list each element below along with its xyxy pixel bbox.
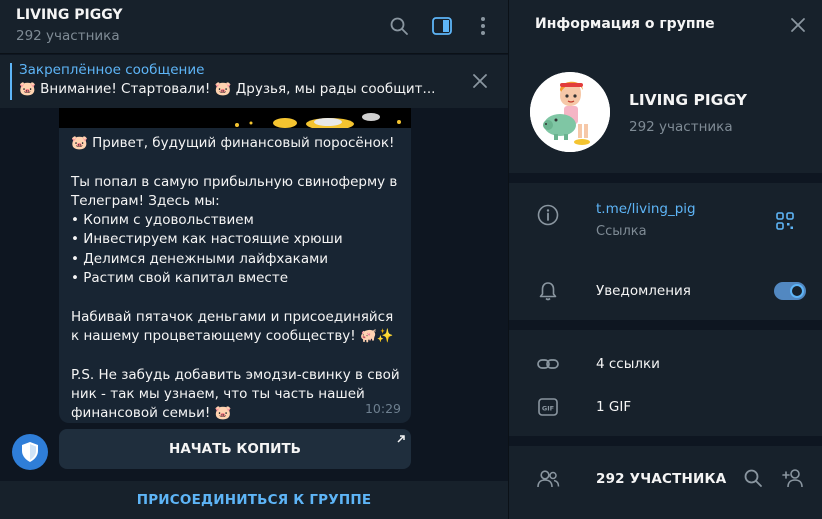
- message-text: 🐷 Привет, будущий финансовый поросёнок! …: [71, 135, 400, 422]
- external-arrow-icon: [396, 432, 406, 443]
- pinned-accent-bar: [10, 63, 12, 100]
- message-bubble[interactable]: 🐷 Привет, будущий финансовый поросёнок! …: [59, 108, 411, 423]
- gif-count[interactable]: 1 GIF: [596, 399, 631, 415]
- svg-text:GIF: GIF: [542, 405, 554, 413]
- members-icon: [536, 467, 560, 491]
- chat-title[interactable]: LIVING PIGGY: [16, 7, 123, 23]
- gif-icon: GIF: [536, 395, 560, 419]
- group-member-count: 292 участника: [629, 119, 733, 135]
- notifications-toggle[interactable]: [774, 282, 806, 300]
- shield-icon[interactable]: [12, 434, 48, 470]
- close-icon[interactable]: [789, 16, 807, 34]
- message-time: 10:29: [364, 401, 401, 416]
- chat-header[interactable]: LIVING PIGGY 292 участника: [0, 0, 508, 54]
- group-info-pane: Информация о группе LIVING PIGGY 292 уча…: [508, 0, 822, 519]
- add-member-icon[interactable]: [781, 466, 807, 490]
- pinned-title: Закреплённое сообщение: [19, 62, 205, 78]
- more-vertical-icon[interactable]: [471, 14, 495, 38]
- pinned-message[interactable]: Закреплённое сообщение 🐷 Внимание! Старт…: [0, 55, 508, 108]
- info-icon: [536, 203, 560, 227]
- toggle-knob: [790, 284, 804, 298]
- bell-icon: [536, 279, 560, 303]
- group-avatar[interactable]: [530, 72, 610, 152]
- members-title: 292 УЧАСТНИКА: [596, 471, 727, 487]
- link-icon: [536, 352, 560, 376]
- qr-code-icon[interactable]: [775, 211, 795, 231]
- invite-link-label: Ссылка: [596, 224, 647, 239]
- sidebar-toggle-icon[interactable]: [430, 14, 454, 38]
- links-count[interactable]: 4 ссылки: [596, 356, 660, 372]
- info-panel-title: Информация о группе: [535, 16, 715, 32]
- notifications-label: Уведомления: [596, 283, 691, 299]
- start-saving-button[interactable]: НАЧАТЬ КОПИТЬ: [59, 429, 411, 469]
- group-name: LIVING PIGGY: [629, 91, 747, 109]
- search-icon[interactable]: [743, 468, 763, 488]
- close-icon[interactable]: [470, 71, 490, 91]
- invite-link[interactable]: t.me/living_pig: [596, 201, 696, 217]
- join-group-button[interactable]: ПРИСОЕДИНИТЬСЯ К ГРУППЕ: [0, 481, 508, 519]
- message-list[interactable]: 🐷 Привет, будущий финансовый поросёнок! …: [0, 108, 508, 481]
- chat-pane: LIVING PIGGY 292 участника Закреплённое …: [0, 0, 508, 519]
- info-media-section: 4 ссылки GIF 1 GIF: [509, 330, 822, 436]
- info-details-section: t.me/living_pig Ссылка Уведомления: [509, 183, 822, 320]
- message-image[interactable]: [59, 108, 411, 128]
- chat-member-count: 292 участника: [16, 28, 120, 44]
- info-header-section: Информация о группе LIVING PIGGY 292 уча…: [509, 0, 822, 173]
- start-saving-label: НАЧАТЬ КОПИТЬ: [169, 441, 301, 457]
- pinned-text: 🐷 Внимание! Стартовали! 🐷 Друзья, мы рад…: [19, 81, 436, 97]
- search-icon[interactable]: [387, 14, 411, 38]
